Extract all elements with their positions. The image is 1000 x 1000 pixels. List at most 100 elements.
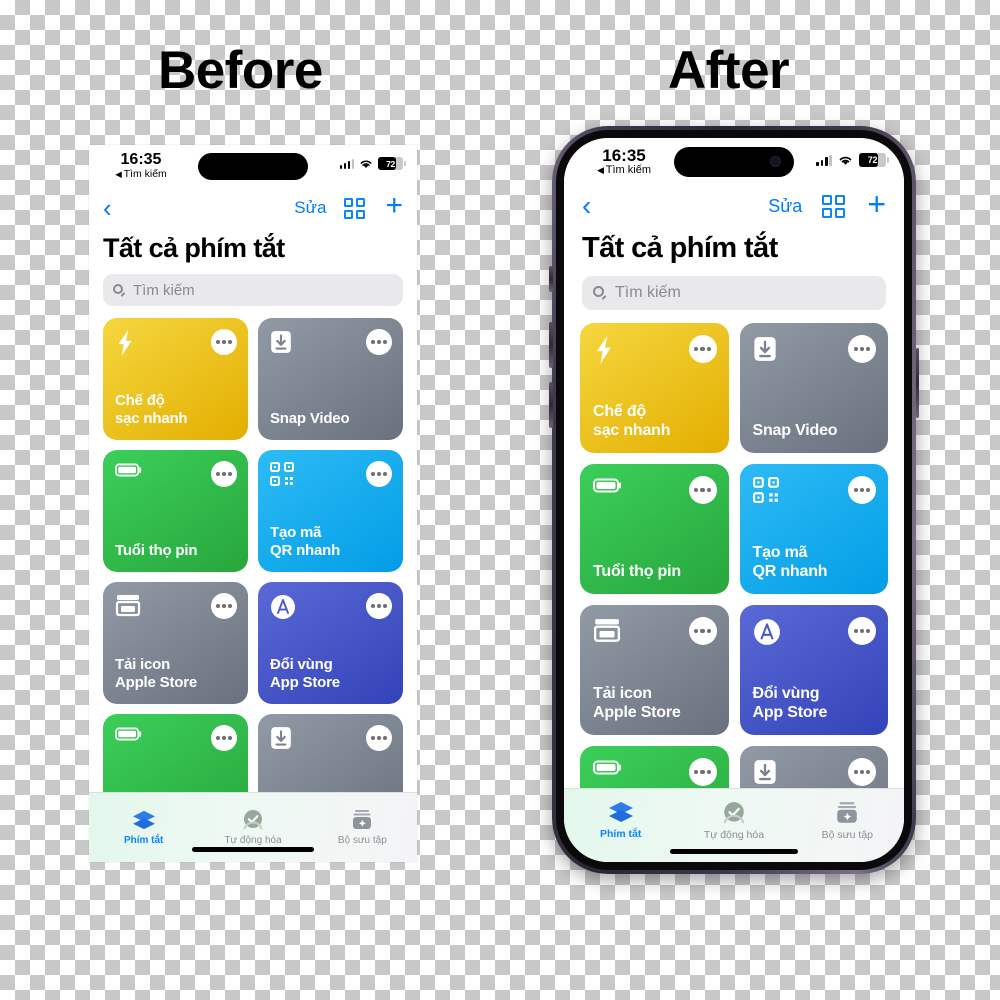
gallery-sparkle-icon: [353, 810, 372, 829]
battery-percent: 72: [386, 158, 395, 169]
shortcut-card[interactable]: Tuổi thọ pin: [580, 464, 729, 594]
shortcut-card[interactable]: Tạo mã QR nhanh: [258, 450, 403, 572]
search-icon: [593, 286, 607, 300]
ellipsis-icon[interactable]: [688, 335, 717, 363]
tab-gallery[interactable]: Bộ sưu tập: [791, 789, 904, 862]
ellipsis-icon[interactable]: [688, 476, 717, 504]
battery-icon: 72: [378, 157, 406, 170]
ellipsis-icon[interactable]: [688, 617, 717, 645]
dynamic-island: [198, 153, 308, 180]
status-bar-right: 72: [802, 153, 889, 167]
shortcut-card[interactable]: Tạo mã QR nhanh: [739, 464, 888, 594]
shortcut-card[interactable]: [580, 746, 729, 788]
shortcut-card[interactable]: Đổi vùng App Store: [258, 582, 403, 704]
shortcut-card[interactable]: Đổi vùng App Store: [739, 605, 888, 735]
mute-switch-button[interactable]: [549, 266, 553, 292]
download-box-icon: [753, 337, 776, 361]
after-phone-mockup: 16:35 ◀ Tìm kiếm 72 ‹ Sửa + Tất cả phím …: [549, 126, 919, 874]
shortcut-card[interactable]: Tải icon Apple Store: [580, 605, 729, 735]
triangle-left-icon: ◀: [597, 164, 604, 175]
search-placeholder: Tìm kiếm: [615, 284, 681, 301]
search-placeholder: Tìm kiếm: [133, 281, 195, 299]
shortcut-label: Chế độ sạc nhanh: [115, 392, 188, 427]
qr-code-icon: [270, 462, 294, 486]
after-heading: After: [668, 41, 790, 100]
shortcut-card[interactable]: Chế độ sạc nhanh: [580, 323, 729, 453]
shortcut-card[interactable]: [103, 714, 248, 792]
chevron-left-icon[interactable]: ‹: [582, 192, 591, 220]
tab-shortcuts[interactable]: Phím tắt: [89, 793, 198, 862]
ellipsis-icon[interactable]: [688, 758, 717, 786]
edit-button[interactable]: Sửa: [768, 196, 802, 217]
download-box-icon: [271, 331, 291, 353]
shortcut-card[interactable]: Snap Video: [258, 318, 403, 440]
plus-icon[interactable]: +: [385, 191, 403, 221]
ellipsis-icon[interactable]: [848, 335, 876, 363]
qr-code-icon: [752, 477, 779, 503]
shortcut-grid: Chế độ sạc nhanh Snap Video Tuổi thọ pin …: [89, 318, 417, 792]
shortcuts-layers-icon: [132, 810, 155, 829]
status-back-to-app[interactable]: ◀ Tìm kiếm: [597, 164, 651, 176]
search-input[interactable]: Tìm kiếm: [103, 274, 403, 306]
tab-label: Bộ sưu tập: [337, 835, 387, 846]
status-back-to-app[interactable]: ◀ Tìm kiếm: [115, 169, 167, 180]
ellipsis-icon[interactable]: [211, 725, 237, 751]
shortcut-label: Tạo mã QR nhanh: [270, 524, 341, 559]
grid-view-icon[interactable]: [822, 194, 846, 218]
shortcut-card[interactable]: [258, 714, 403, 792]
edit-button[interactable]: Sửa: [294, 198, 326, 218]
battery-full-icon: [115, 727, 142, 741]
grid-view-icon[interactable]: [344, 197, 366, 219]
storefront-icon: [115, 595, 141, 617]
home-indicator: [670, 849, 798, 854]
dynamic-island: [674, 147, 794, 177]
ellipsis-icon[interactable]: [366, 593, 392, 619]
search-input[interactable]: Tìm kiếm: [582, 276, 886, 310]
shortcut-card[interactable]: Tuổi thọ pin: [103, 450, 248, 572]
ellipsis-icon[interactable]: [848, 758, 876, 786]
shortcut-card[interactable]: Chế độ sạc nhanh: [103, 318, 248, 440]
power-button[interactable]: [915, 348, 919, 418]
status-bar-left: 16:35 ◀ Tìm kiếm: [103, 151, 179, 180]
download-box-icon: [271, 727, 291, 749]
status-back-label: Tìm kiếm: [123, 167, 167, 180]
tab-gallery[interactable]: Bộ sưu tập: [308, 793, 417, 862]
shortcut-card[interactable]: Snap Video: [739, 323, 888, 453]
shortcut-label: Chế độ sạc nhanh: [593, 402, 671, 439]
status-bar: 16:35 ◀ Tìm kiếm 72: [89, 145, 417, 187]
search-icon: [113, 283, 126, 297]
battery-full-icon: [115, 463, 142, 477]
shortcut-card[interactable]: [739, 746, 888, 788]
shortcut-label: Snap Video: [752, 421, 838, 439]
tab-bar: Phím tắt Tự động hóa Bộ sưu tập: [89, 792, 417, 862]
tab-label: Bộ sưu tập: [821, 828, 874, 841]
nav-bar: ‹ Sửa +: [564, 184, 904, 228]
ellipsis-icon[interactable]: [848, 617, 876, 645]
ellipsis-icon[interactable]: [211, 593, 237, 619]
ellipsis-icon[interactable]: [211, 329, 237, 355]
status-time: 16:35: [120, 151, 162, 168]
triangle-left-icon: ◀: [115, 168, 122, 179]
tab-shortcuts[interactable]: Phím tắt: [564, 789, 677, 862]
shortcut-grid: Chế độ sạc nhanh Snap Video Tuổi thọ pin …: [564, 323, 904, 788]
ellipsis-icon[interactable]: [366, 725, 392, 751]
ellipsis-icon[interactable]: [848, 476, 876, 504]
ellipsis-icon[interactable]: [211, 461, 237, 487]
plus-icon[interactable]: +: [867, 188, 886, 220]
status-bar-right: 72: [327, 157, 406, 170]
automation-check-icon: [723, 801, 745, 823]
chevron-left-icon[interactable]: ‹: [103, 195, 112, 221]
shortcut-label: Tuổi thọ pin: [593, 562, 681, 580]
shortcut-label: Tải icon Apple Store: [115, 656, 197, 691]
status-bar-left: 16:35 ◀ Tìm kiếm: [582, 147, 666, 176]
shortcut-label: Tuổi thọ pin: [115, 542, 198, 559]
shortcut-card[interactable]: Tải icon Apple Store: [103, 582, 248, 704]
page-title: Tất cả phím tắt: [582, 232, 778, 264]
bolt-icon: [118, 330, 132, 356]
volume-down-button[interactable]: [549, 382, 553, 428]
volume-up-button[interactable]: [549, 322, 553, 368]
ellipsis-icon[interactable]: [366, 461, 392, 487]
battery-percent: 72: [867, 155, 878, 165]
gallery-sparkle-icon: [837, 801, 858, 823]
ellipsis-icon[interactable]: [366, 329, 392, 355]
